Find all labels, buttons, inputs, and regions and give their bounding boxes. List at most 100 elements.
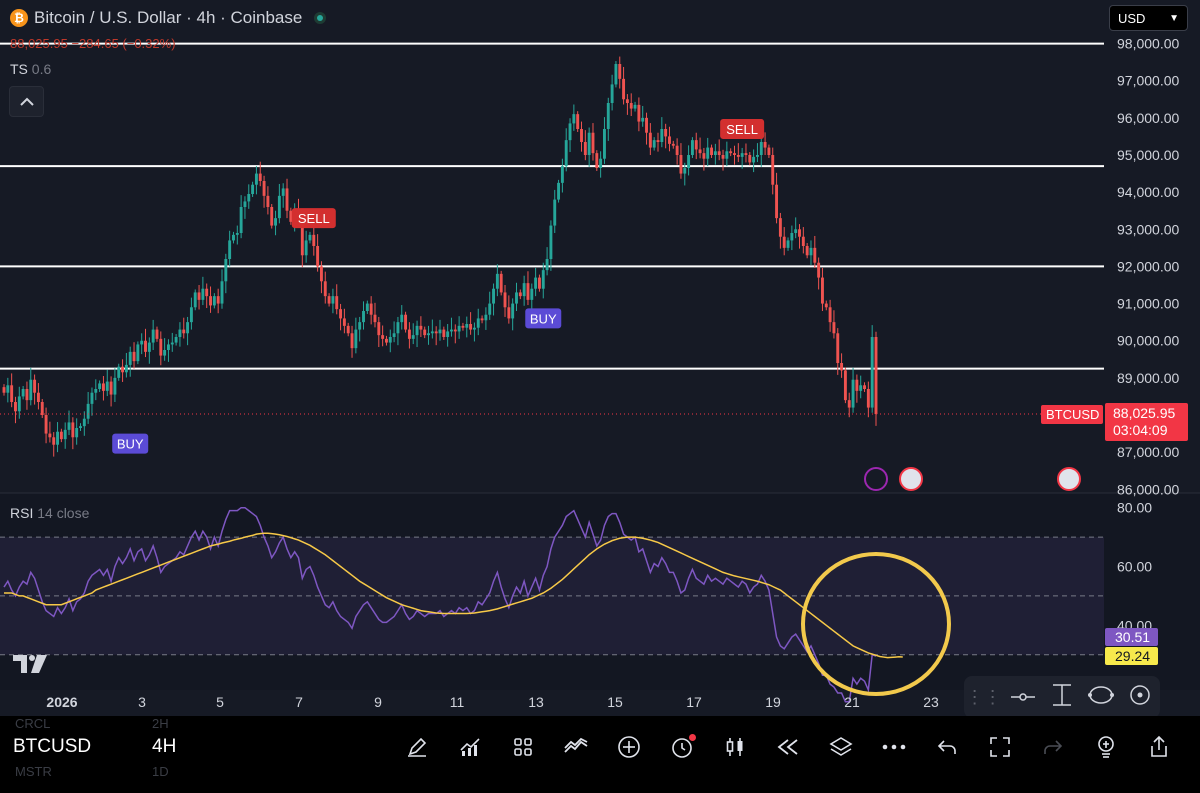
candle-body bbox=[821, 277, 824, 304]
chart-svg[interactable]: 98,000.00 97,000.00 96,000.00 95,000.00 94,0… bbox=[0, 0, 1200, 716]
candle-body bbox=[836, 333, 840, 363]
fullscreen-icon[interactable] bbox=[973, 732, 1026, 762]
candle-body bbox=[274, 218, 277, 226]
candle-body bbox=[633, 104, 637, 109]
undo-icon[interactable] bbox=[920, 732, 973, 762]
candle-body bbox=[369, 303, 373, 315]
drag-handle-icon[interactable]: ⋮⋮ bbox=[966, 687, 1002, 708]
candle-body bbox=[235, 233, 239, 235]
candle-body bbox=[71, 422, 75, 438]
rsi-legend[interactable]: RSI 14 close bbox=[10, 505, 89, 521]
price-change: 88,025.95 −284.65 (−0.32%) bbox=[10, 36, 176, 51]
candle-body bbox=[33, 379, 37, 393]
candles-icon[interactable] bbox=[708, 732, 761, 762]
candle-body bbox=[515, 292, 518, 304]
candle-body bbox=[778, 218, 782, 237]
candle-body bbox=[572, 114, 576, 124]
circle-icon[interactable] bbox=[1122, 684, 1158, 711]
time-axis-tick: 17 bbox=[686, 694, 702, 710]
price-axis-tick: 96,000.00 bbox=[1117, 110, 1179, 126]
indicator-ts-value: 0.6 bbox=[31, 61, 52, 77]
chevron-up-icon[interactable] bbox=[9, 86, 44, 117]
candle-body bbox=[614, 64, 618, 85]
bottom-toolbar: CRCL 2H BTCUSD 4H MSTR 1D bbox=[0, 716, 1200, 793]
us-flag-icon bbox=[899, 467, 923, 491]
candle-body bbox=[866, 389, 870, 408]
candle-body bbox=[511, 303, 515, 319]
candle-body bbox=[423, 329, 427, 336]
candle-body bbox=[503, 292, 507, 308]
measure-icon[interactable] bbox=[1044, 682, 1080, 713]
symbol-title[interactable]: Bitcoin / U.S. Dollar · 4h · Coinbase bbox=[34, 8, 302, 28]
candle-body bbox=[258, 173, 262, 181]
candle-body bbox=[327, 296, 331, 304]
redo-icon[interactable] bbox=[1026, 732, 1079, 762]
candle-body bbox=[247, 194, 251, 202]
candle-body bbox=[446, 331, 450, 337]
signal-text: SELL bbox=[726, 122, 758, 137]
candle-body bbox=[216, 296, 220, 304]
candle-body bbox=[239, 207, 243, 233]
candle-body bbox=[266, 195, 270, 207]
candle-body bbox=[450, 329, 453, 332]
rsi-ma-value: 29.24 bbox=[1115, 648, 1150, 664]
candle-body bbox=[128, 351, 132, 365]
ghost-symbol: CRCL bbox=[15, 716, 51, 731]
indicator-ts-legend[interactable]: TS 0.6 bbox=[10, 61, 51, 77]
candle-body bbox=[690, 140, 694, 155]
candle-body bbox=[442, 329, 446, 337]
horizontal-ray-icon[interactable] bbox=[1005, 687, 1041, 708]
alert-icon[interactable] bbox=[655, 732, 708, 762]
symbol-header[interactable]: ₿ Bitcoin / U.S. Dollar · 4h · Coinbase bbox=[10, 8, 327, 28]
symbol-selector[interactable]: BTCUSD bbox=[13, 736, 91, 758]
candle-body bbox=[254, 173, 258, 185]
candle-body bbox=[312, 234, 316, 246]
chevron-down-icon: ▼ bbox=[1169, 12, 1179, 24]
candle-body bbox=[847, 400, 851, 408]
candle-body bbox=[813, 247, 817, 263]
pencil-icon[interactable] bbox=[390, 732, 443, 762]
layers-icon[interactable] bbox=[814, 732, 867, 762]
drawing-toolbar[interactable]: ⋮⋮ bbox=[964, 676, 1160, 718]
candle-body bbox=[828, 307, 832, 323]
candle-body bbox=[29, 379, 33, 401]
candle-body bbox=[94, 389, 98, 393]
candle-body bbox=[400, 314, 404, 323]
candle-body bbox=[832, 322, 836, 334]
candle-body bbox=[170, 342, 174, 345]
idea-icon[interactable] bbox=[1079, 732, 1132, 762]
add-icon[interactable] bbox=[602, 732, 655, 762]
rsi-axis-tick: 60.00 bbox=[1117, 559, 1152, 575]
share-icon[interactable] bbox=[1132, 732, 1185, 762]
candle-body bbox=[767, 147, 771, 155]
candle-body bbox=[809, 247, 813, 256]
currency-select[interactable]: USD ▼ bbox=[1109, 5, 1188, 31]
price-axis-tick: 91,000.00 bbox=[1117, 296, 1179, 312]
signal-text: BUY bbox=[530, 311, 557, 326]
candle-body bbox=[193, 292, 197, 308]
candle-body bbox=[622, 78, 626, 100]
grid-icon[interactable] bbox=[496, 732, 549, 762]
candle-body bbox=[281, 188, 285, 196]
candle-body bbox=[140, 340, 144, 345]
more-icon[interactable] bbox=[867, 732, 920, 762]
candle-body bbox=[645, 117, 648, 133]
candle-body bbox=[492, 288, 495, 304]
candle-body bbox=[335, 296, 339, 310]
candle-body bbox=[251, 184, 255, 194]
timeframe-selector[interactable]: 4H bbox=[152, 736, 176, 758]
replay-icon[interactable] bbox=[761, 732, 814, 762]
candle-body bbox=[373, 314, 377, 323]
ellipse-icon[interactable] bbox=[1083, 684, 1119, 711]
candle-body bbox=[396, 322, 400, 334]
candle-body bbox=[702, 153, 706, 159]
candle-body bbox=[564, 140, 568, 167]
candle-body bbox=[36, 392, 40, 402]
candle-body bbox=[323, 281, 327, 297]
candle-body bbox=[668, 136, 671, 144]
candle-body bbox=[537, 277, 541, 289]
ghost-timeframe: 2H bbox=[152, 716, 169, 731]
indicators-icon[interactable] bbox=[443, 732, 496, 762]
compare-icon[interactable] bbox=[549, 732, 602, 762]
candle-body bbox=[652, 140, 656, 148]
